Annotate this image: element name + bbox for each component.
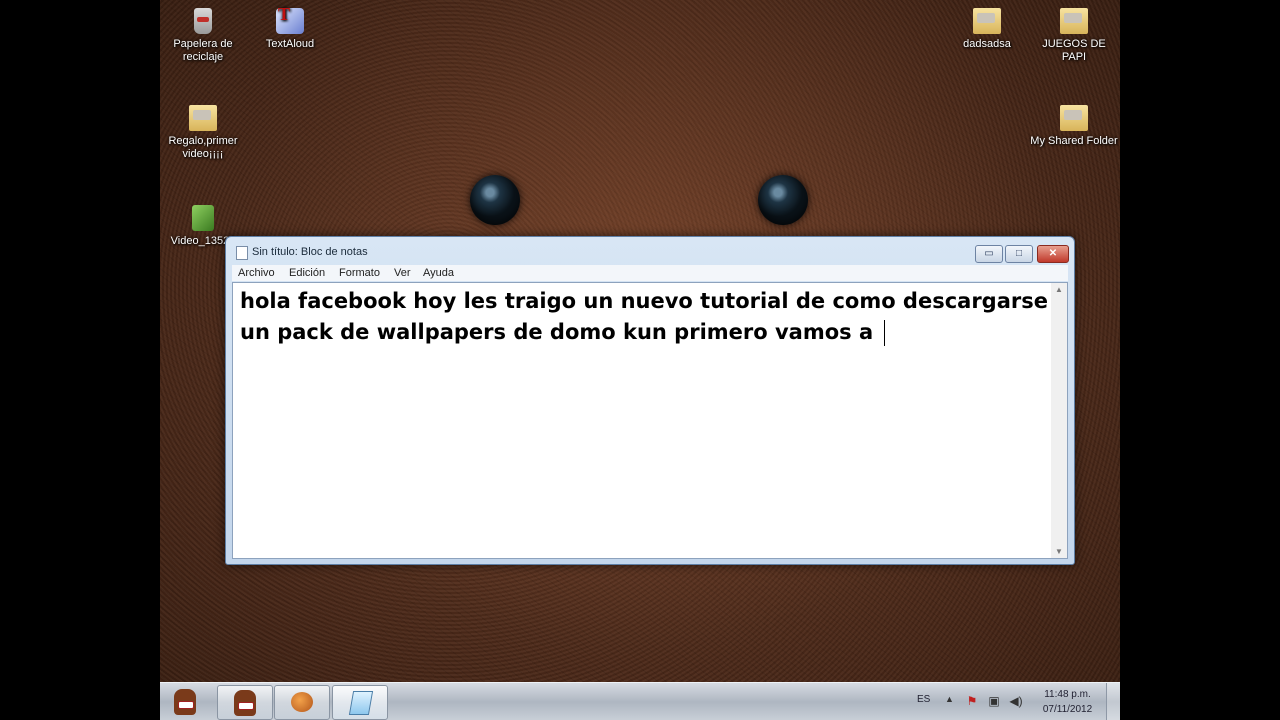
taskbar-app-notepad[interactable] [332,685,388,720]
taskbar-app-domo[interactable] [217,685,273,720]
desktop-icon-label: Papelera de reciclaje [173,38,233,63]
show-hidden-icons-button[interactable]: ▲ [945,694,954,704]
scroll-up-icon[interactable]: ▲ [1051,285,1067,294]
desktop-icon-label: Regalo,primer video¡¡¡¡ [168,135,238,160]
editor-text: hola facebook hoy les traigo un nuevo tu… [240,289,1048,344]
close-button[interactable]: ✕ [1037,245,1069,263]
menu-bar: Archivo Edición Formato Ver Ayuda [232,265,1068,281]
video-file-icon [192,205,214,231]
desktop: Papelera de reciclaje T TextAloud Regalo… [160,0,1120,720]
folder-icon [189,105,217,131]
domo-app-icon [234,690,256,716]
desktop-icon-regalo[interactable]: Regalo,primer video¡¡¡¡ [160,105,248,161]
notepad-icon [236,246,248,260]
desktop-icon-juegos-de-papi[interactable]: JUEGOS DE PAPI [1029,8,1119,64]
text-to-speech-icon: T [276,5,304,34]
recycle-bin-icon [194,8,212,34]
folder-icon [1060,8,1088,34]
desktop-icon-label: dadsadsa [963,38,1011,50]
text-editor[interactable]: hola facebook hoy les traigo un nuevo tu… [232,282,1052,559]
notepad-app-icon [348,691,374,715]
taskbar: ES ▲ ⚑ ▣ ◀) 11:48 p.m. 07/11/2012 [160,682,1120,720]
menu-ayuda[interactable]: Ayuda [423,267,454,279]
editor-content: hola facebook hoy les traigo un nuevo tu… [240,286,1050,348]
window-titlebar[interactable]: Sin título: Bloc de notas ▭ □ ✕ [226,237,1074,263]
menu-formato[interactable]: Formato [339,267,380,279]
menu-edicion[interactable]: Edición [289,267,325,279]
taskbar-app-glove[interactable] [274,685,330,720]
start-button[interactable] [168,685,202,719]
folder-icon [1060,105,1088,131]
menu-ver[interactable]: Ver [394,267,411,279]
action-center-flag-icon[interactable]: ⚑ [965,694,979,708]
clock-time[interactable]: 11:48 p.m. [1035,689,1100,700]
text-caret [884,320,886,346]
window-title: Sin título: Bloc de notas [252,246,368,258]
menu-archivo[interactable]: Archivo [238,267,275,279]
desktop-icon-recycle-bin[interactable]: Papelera de reciclaje [160,8,248,64]
domo-start-icon [174,689,196,715]
desktop-icon-my-shared-folder[interactable]: My Shared Folder [1029,105,1119,148]
maximize-button[interactable]: □ [1005,245,1033,263]
desktop-icon-textaloud[interactable]: T TextAloud [245,5,335,51]
clock-date[interactable]: 07/11/2012 [1035,704,1100,715]
wallpaper-left-eye [470,175,520,225]
volume-icon[interactable]: ◀) [1009,694,1023,708]
desktop-icon-dadsadsa[interactable]: dadsadsa [942,8,1032,51]
wallpaper-right-eye [758,175,808,225]
desktop-icon-label: TextAloud [265,38,315,50]
desktop-icon-label: JUEGOS DE PAPI [1042,38,1106,63]
notepad-window: Sin título: Bloc de notas ▭ □ ✕ Archivo … [225,236,1075,565]
vertical-scrollbar[interactable]: ▲ ▼ [1051,282,1068,559]
scroll-down-icon[interactable]: ▼ [1051,547,1067,556]
network-icon[interactable]: ▣ [987,694,1001,708]
glove-app-icon [291,692,313,712]
minimize-button[interactable]: ▭ [975,245,1003,263]
desktop-icon-label: My Shared Folder [1030,135,1118,147]
folder-icon [973,8,1001,34]
language-indicator[interactable]: ES [917,694,930,705]
show-desktop-button[interactable] [1106,683,1120,720]
